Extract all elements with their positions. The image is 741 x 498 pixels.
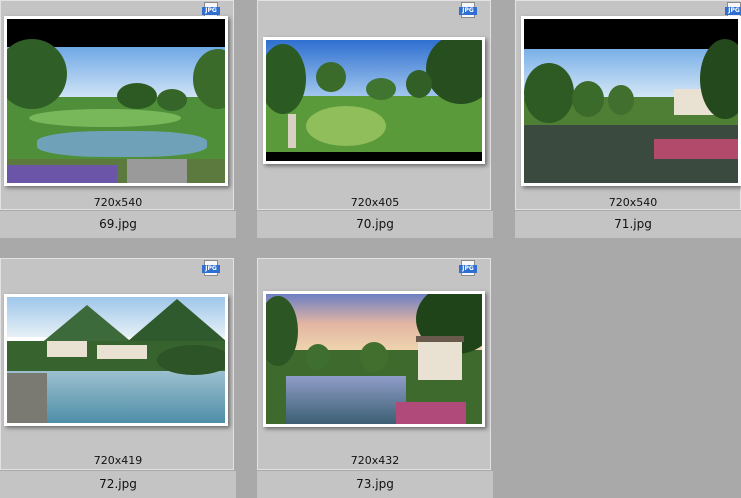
jpg-file-icon: JPG <box>202 260 220 276</box>
thumbnail-image[interactable] <box>263 37 485 164</box>
file-name: 69.jpg <box>0 211 236 238</box>
thumbnail-image[interactable] <box>4 16 228 186</box>
thumbnail-image[interactable] <box>4 294 228 426</box>
image-dimensions: 720x432 <box>350 454 400 467</box>
image-dimensions: 720x540 <box>93 196 143 209</box>
image-dimensions: 720x419 <box>93 454 143 467</box>
file-name: 71.jpg <box>515 211 741 238</box>
jpg-file-icon: JPG <box>459 2 477 18</box>
file-tile-69[interactable]: JPG 720x540 69.jpg <box>0 0 236 238</box>
image-dimensions: 720x405 <box>350 196 400 209</box>
file-tile-71[interactable]: JPG 720x540 71.jpg <box>515 0 741 238</box>
file-tile-72[interactable]: JPG 720x419 72.jpg <box>0 258 236 498</box>
file-tile-73[interactable]: JPG 720x432 73.jpg <box>257 258 493 498</box>
image-dimensions: 720x540 <box>608 196 658 209</box>
thumbnail-image[interactable] <box>521 16 741 186</box>
file-tile-70[interactable]: JPG 720x405 70.jpg <box>257 0 493 238</box>
file-name: 70.jpg <box>257 211 493 238</box>
thumbnail-image[interactable] <box>263 291 485 427</box>
jpg-file-icon: JPG <box>459 260 477 276</box>
